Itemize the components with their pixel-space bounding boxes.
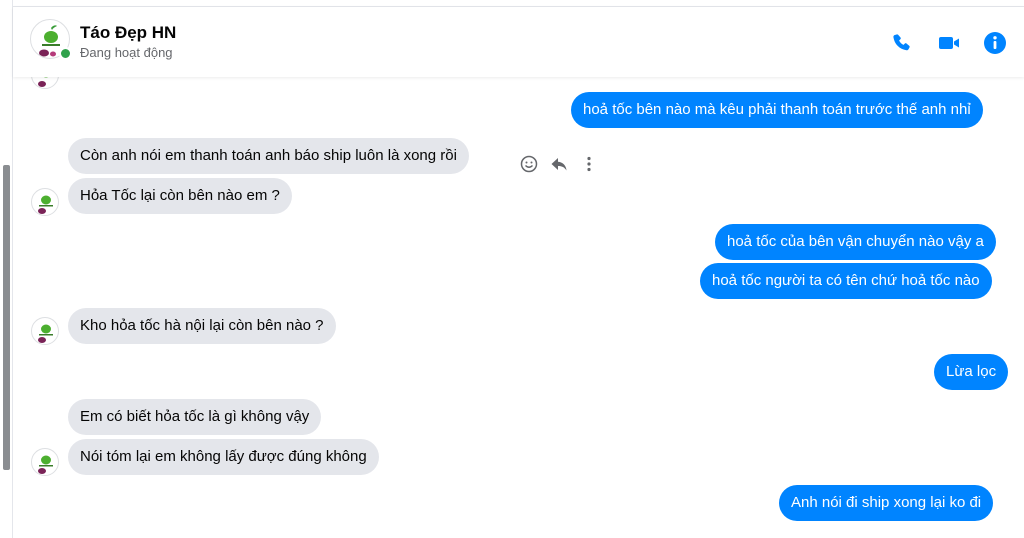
- outgoing-message[interactable]: hoả tốc người ta có tên chứ hoả tốc nào: [700, 263, 992, 299]
- incoming-message[interactable]: Kho hỏa tốc hà nội lại còn bên nào ?: [68, 308, 336, 344]
- apple-logo-icon: [38, 195, 53, 214]
- contact-mini-avatar[interactable]: [31, 317, 59, 345]
- phone-icon[interactable]: [890, 31, 914, 55]
- contact-mini-avatar[interactable]: [31, 188, 59, 216]
- left-sidebar-strip: [0, 0, 13, 538]
- contact-mini-avatar[interactable]: [31, 448, 59, 476]
- left-scrollbar-thumb[interactable]: [3, 165, 10, 470]
- online-status-dot: [59, 47, 72, 60]
- incoming-message[interactable]: Còn anh nói em thanh toán anh báo ship l…: [68, 138, 469, 174]
- outgoing-message[interactable]: Lừa lọc: [934, 354, 1009, 390]
- reply-icon[interactable]: [549, 154, 569, 174]
- contact-name[interactable]: Táo Đẹp HN: [80, 23, 176, 43]
- message-actions: [519, 153, 599, 175]
- more-options-icon[interactable]: [579, 154, 599, 174]
- apple-logo-icon: [38, 324, 53, 343]
- outgoing-message[interactable]: Anh nói đi ship xong lại ko đi: [779, 485, 994, 521]
- incoming-message[interactable]: Em có biết hỏa tốc là gì không vậy: [68, 399, 322, 435]
- info-icon[interactable]: [983, 31, 1007, 55]
- incoming-message[interactable]: Nói tóm lại em không lấy được đúng không: [68, 439, 379, 475]
- outgoing-message[interactable]: hoả tốc của bên vận chuyển nào vậy a: [715, 224, 996, 260]
- contact-avatar-wrap[interactable]: [30, 19, 72, 60]
- apple-logo-icon: [38, 455, 53, 474]
- chat-header: Táo Đẹp HN Đang hoạt động: [13, 7, 1024, 77]
- incoming-message[interactable]: Hỏa Tốc lại còn bên nào em ?: [68, 178, 292, 214]
- outgoing-message[interactable]: hoả tốc bên nào mà kêu phải thanh toán t…: [571, 92, 983, 128]
- video-camera-icon[interactable]: [937, 31, 961, 55]
- chat-window: Táo Đẹp HN Đang hoạt động hoả tốc bên nà…: [13, 6, 1024, 538]
- react-smiley-icon[interactable]: [519, 154, 539, 174]
- contact-status: Đang hoạt động: [80, 45, 173, 60]
